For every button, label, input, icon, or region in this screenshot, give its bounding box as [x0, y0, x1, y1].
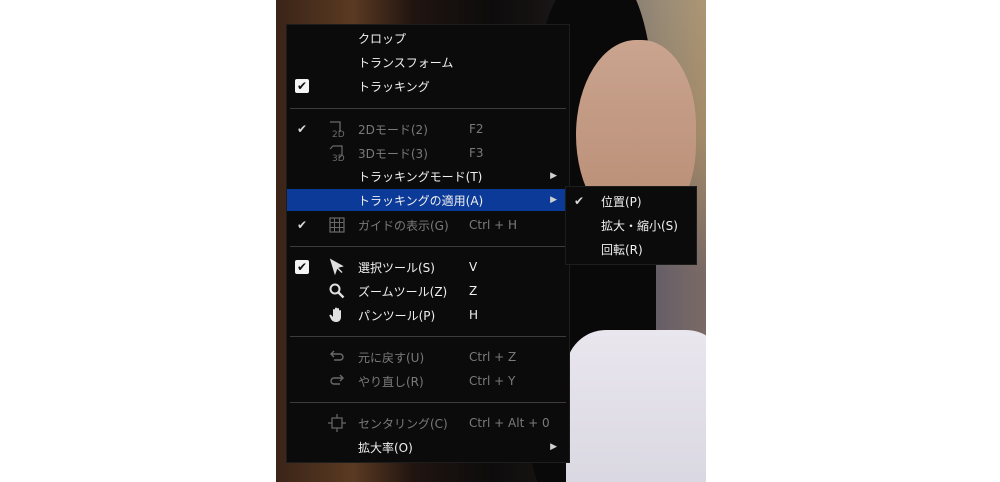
menu-item-tracking-mode[interactable]: トラッキングモード(T) ▶: [287, 165, 569, 187]
menu-item-shortcut: Ctrl + Alt + 0: [469, 416, 550, 430]
menu-item-label: トラッキングの適用(A): [358, 193, 484, 208]
menu-item-shortcut: Ctrl + Y: [469, 374, 516, 388]
background-shirt: [566, 330, 706, 482]
menu-item-shortcut: V: [469, 260, 478, 274]
check-icon: ✔: [573, 194, 585, 208]
submenu-item-position[interactable]: ✔ 位置(P): [566, 190, 696, 212]
menu-item-shortcut: Z: [469, 284, 478, 298]
redo-icon: [327, 371, 347, 391]
submenu-arrow-icon: ▶: [550, 195, 557, 205]
menu-item-zoom-ratio[interactable]: 拡大率(O) ▶: [287, 436, 569, 458]
submenu-arrow-icon: ▶: [550, 171, 557, 181]
context-menu: クロップ トランスフォーム ✔ トラッキング ✔ 2D 2Dモード(2) F2 …: [287, 25, 569, 462]
menu-item-pan-tool[interactable]: パンツール(P) H: [287, 304, 569, 326]
pointer-icon: [327, 257, 347, 277]
submenu-item-label: 位置(P): [601, 194, 642, 209]
menu-separator: [290, 108, 566, 109]
magnifier-icon: [327, 281, 347, 301]
menu-separator: [290, 246, 566, 247]
menu-item-select-tool[interactable]: ✔ 選択ツール(S) V: [287, 256, 569, 278]
undo-icon: [327, 347, 347, 367]
svg-text:2D: 2D: [332, 130, 345, 138]
menu-item-label: 拡大率(O): [358, 440, 413, 455]
menu-item-shortcut: F2: [469, 122, 484, 136]
menu-item-redo[interactable]: やり直し(R) Ctrl + Y: [287, 370, 569, 392]
menu-item-crop[interactable]: クロップ: [287, 27, 569, 49]
menu-item-shortcut: F3: [469, 146, 484, 160]
menu-item-zoom-tool[interactable]: ズームツール(Z) Z: [287, 280, 569, 302]
menu-item-tracking[interactable]: ✔ トラッキング: [287, 75, 569, 97]
check-icon: ✔: [296, 218, 308, 232]
menu-item-apply-tracking[interactable]: トラッキングの適用(A) ▶: [287, 189, 569, 211]
menu-item-centering[interactable]: センタリング(C) Ctrl + Alt + 0: [287, 412, 569, 434]
3d-icon: 3D: [327, 143, 347, 163]
menu-item-label: クロップ: [358, 31, 407, 46]
submenu-item-rotation[interactable]: 回転(R): [566, 238, 696, 260]
grid-icon: [327, 215, 347, 235]
menu-item-label: パンツール(P): [358, 308, 436, 323]
menu-item-show-guides[interactable]: ✔ ガイドの表示(G) Ctrl + H: [287, 214, 569, 236]
menu-item-shortcut: Ctrl + H: [469, 218, 518, 232]
check-icon: ✔: [296, 122, 308, 136]
menu-item-undo[interactable]: 元に戻す(U) Ctrl + Z: [287, 346, 569, 368]
menu-item-2d-mode[interactable]: ✔ 2D 2Dモード(2) F2: [287, 118, 569, 140]
submenu-item-label: 拡大・縮小(S): [601, 218, 678, 233]
menu-item-label: トラッキングモード(T): [358, 169, 483, 184]
menu-item-label: ズームツール(Z): [358, 284, 448, 299]
menu-separator: [290, 336, 566, 337]
menu-separator: [290, 402, 566, 403]
menu-item-label: 2Dモード(2): [358, 122, 428, 137]
hand-icon: [327, 305, 347, 325]
center-icon: [327, 413, 347, 433]
apply-tracking-submenu: ✔ 位置(P) 拡大・縮小(S) 回転(R): [566, 187, 696, 264]
check-icon: ✔: [295, 79, 309, 93]
submenu-arrow-icon: ▶: [550, 442, 557, 452]
menu-item-label: やり直し(R): [358, 374, 424, 389]
menu-item-label: センタリング(C): [358, 416, 448, 431]
menu-item-label: 元に戻す(U): [358, 350, 425, 365]
svg-text:3D: 3D: [332, 154, 345, 162]
submenu-item-label: 回転(R): [601, 242, 643, 257]
2d-icon: 2D: [327, 119, 347, 139]
menu-item-label: ガイドの表示(G): [358, 218, 449, 233]
menu-item-label: トランスフォーム: [358, 55, 454, 70]
menu-item-shortcut: Ctrl + Z: [469, 350, 517, 364]
menu-item-transform[interactable]: トランスフォーム: [287, 51, 569, 73]
submenu-item-scale[interactable]: 拡大・縮小(S): [566, 214, 696, 236]
menu-item-3d-mode[interactable]: 3D 3Dモード(3) F3: [287, 142, 569, 164]
check-icon: ✔: [295, 260, 309, 274]
menu-item-shortcut: H: [469, 308, 479, 322]
menu-item-label: 選択ツール(S): [358, 260, 435, 275]
menu-item-label: トラッキング: [358, 79, 430, 94]
menu-item-label: 3Dモード(3): [358, 146, 428, 161]
